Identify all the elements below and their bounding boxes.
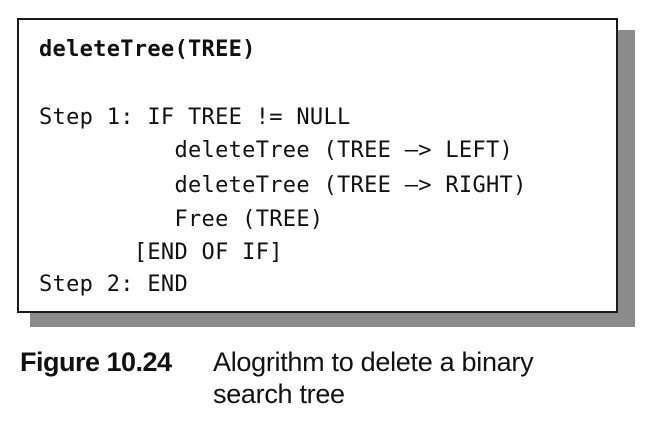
algorithm-line-end-if: [END OF IF]: [39, 240, 283, 265]
algorithm-line-delete-right: deleteTree (TREE –> RIGHT): [39, 173, 527, 198]
figure-description-line1: Alogrithm to delete a binary: [213, 347, 534, 377]
algorithm-title: deleteTree(TREE): [39, 37, 256, 62]
algorithm-line-step1: Step 1: IF TREE != NULL: [39, 105, 351, 130]
algorithm-line-step2: Step 2: END: [39, 272, 188, 297]
figure-label: Figure 10.24: [20, 347, 172, 377]
figure-description: Alogrithm to delete a binary search tree: [213, 346, 613, 410]
algorithm-line-delete-left: deleteTree (TREE –> LEFT): [39, 138, 514, 163]
figure-caption: Figure 10.24 Alogrithm to delete a binar…: [20, 346, 613, 410]
figure-description-line2: search tree: [213, 379, 345, 409]
algorithm-line-free: Free (TREE): [39, 207, 324, 232]
algorithm-box: deleteTree(TREE) Step 1: IF TREE != NULL…: [17, 18, 618, 313]
